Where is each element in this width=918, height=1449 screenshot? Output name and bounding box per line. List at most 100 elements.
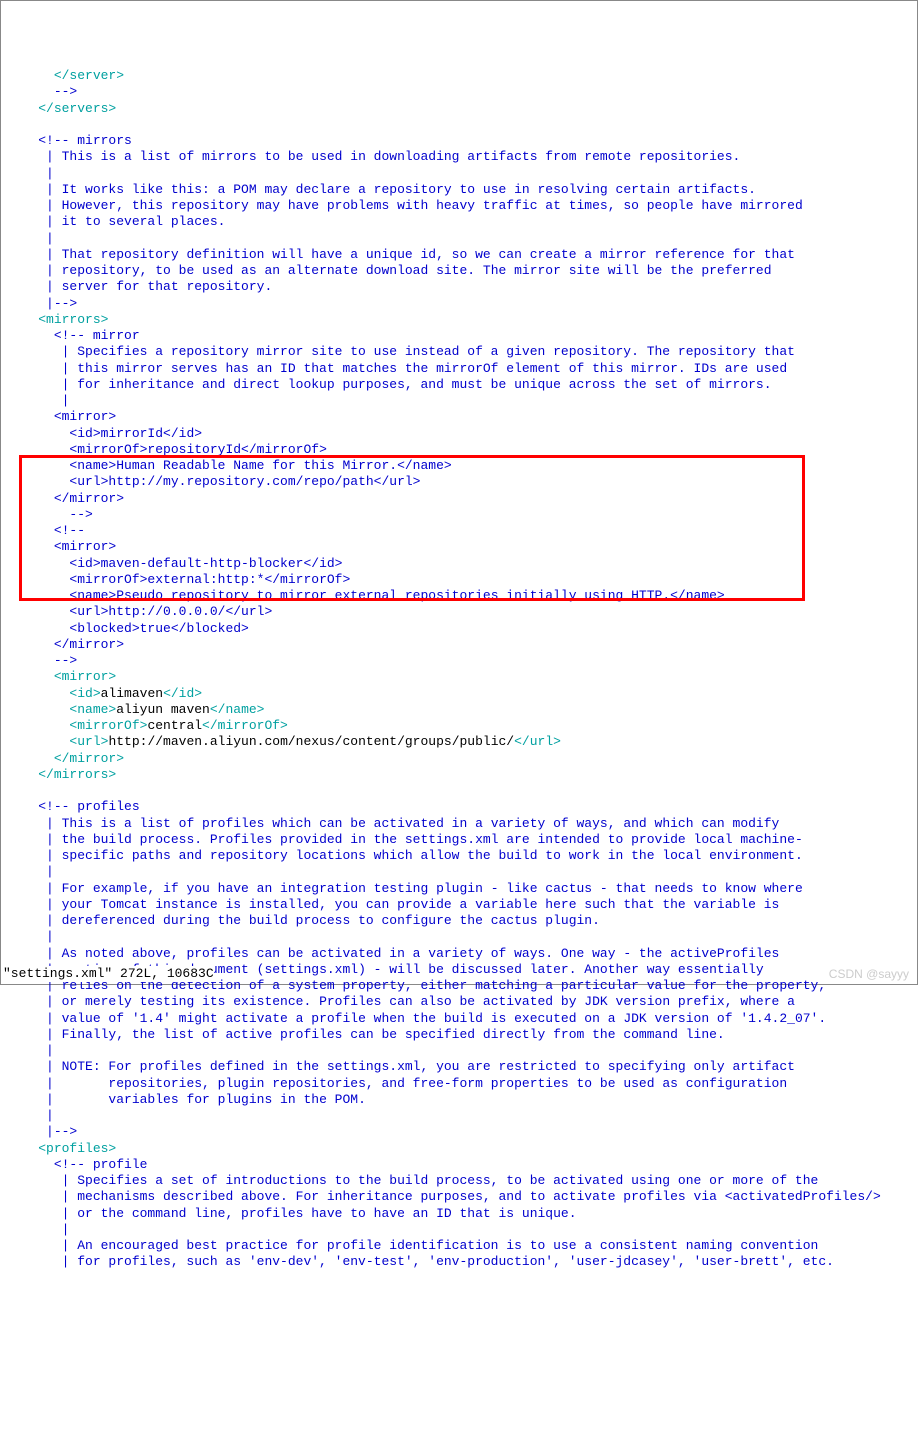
- code-line[interactable]: </server>: [7, 68, 915, 84]
- code-token: |-->: [38, 296, 77, 311]
- code-line[interactable]: </mirror>: [7, 491, 915, 507]
- code-line[interactable]: </servers>: [7, 101, 915, 117]
- code-token: <!-- profile: [54, 1157, 148, 1172]
- code-line[interactable]: |: [7, 166, 915, 182]
- code-token: | dereferenced during the build process …: [38, 913, 600, 928]
- code-line[interactable]: |: [7, 1043, 915, 1059]
- code-line[interactable]: <url>http://0.0.0.0/</url>: [7, 604, 915, 620]
- code-token: <mirrorOf>: [69, 718, 147, 733]
- code-line[interactable]: | For example, if you have an integratio…: [7, 881, 915, 897]
- code-line[interactable]: | your Tomcat instance is installed, you…: [7, 897, 915, 913]
- code-token: | repository, to be used as an alternate…: [38, 263, 771, 278]
- code-line[interactable]: | variables for plugins in the POM.: [7, 1092, 915, 1108]
- code-line[interactable]: | mechanisms described above. For inheri…: [7, 1189, 915, 1205]
- code-line[interactable]: |: [7, 1222, 915, 1238]
- code-line[interactable]: | for profiles, such as 'env-dev', 'env-…: [7, 1254, 915, 1270]
- code-token: </id>: [163, 686, 202, 701]
- code-token: |: [38, 929, 54, 944]
- code-line[interactable]: </mirror>: [7, 751, 915, 767]
- code-token: | or the command line, profiles have to …: [54, 1206, 577, 1221]
- code-line[interactable]: <name>Human Readable Name for this Mirro…: [7, 458, 915, 474]
- code-line[interactable]: <url>http://my.repository.com/repo/path<…: [7, 474, 915, 490]
- code-line[interactable]: </mirrors>: [7, 767, 915, 783]
- code-line[interactable]: | An encouraged best practice for profil…: [7, 1238, 915, 1254]
- code-token: | NOTE: For profiles defined in the sett…: [38, 1059, 795, 1074]
- code-line[interactable]: [7, 783, 915, 799]
- code-line[interactable]: <!-- mirror: [7, 328, 915, 344]
- code-line[interactable]: | or the command line, profiles have to …: [7, 1206, 915, 1222]
- code-line[interactable]: <id>mirrorId</id>: [7, 426, 915, 442]
- code-token: </mirrorOf>: [202, 718, 288, 733]
- code-line[interactable]: <name>aliyun maven</name>: [7, 702, 915, 718]
- code-line[interactable]: -->: [7, 84, 915, 100]
- code-line[interactable]: <mirrorOf>central</mirrorOf>: [7, 718, 915, 734]
- code-line[interactable]: | This is a list of mirrors to be used i…: [7, 149, 915, 165]
- code-line[interactable]: | this mirror serves has an ID that matc…: [7, 361, 915, 377]
- code-token: | repositories, plugin repositories, and…: [38, 1076, 787, 1091]
- code-line[interactable]: <id>alimaven</id>: [7, 686, 915, 702]
- code-line[interactable]: [7, 117, 915, 133]
- code-line[interactable]: <name>Pseudo repository to mirror extern…: [7, 588, 915, 604]
- code-line[interactable]: <mirror>: [7, 409, 915, 425]
- code-line[interactable]: | for inheritance and direct lookup purp…: [7, 377, 915, 393]
- code-token: | your Tomcat instance is installed, you…: [38, 897, 779, 912]
- code-token: | Specifies a repository mirror site to …: [54, 344, 795, 359]
- code-line[interactable]: | value of '1.4' might activate a profil…: [7, 1011, 915, 1027]
- code-line[interactable]: <profiles>: [7, 1141, 915, 1157]
- code-line[interactable]: | However, this repository may have prob…: [7, 198, 915, 214]
- code-line[interactable]: |: [7, 231, 915, 247]
- code-line[interactable]: | repository, to be used as an alternate…: [7, 263, 915, 279]
- code-line[interactable]: |: [7, 929, 915, 945]
- code-line[interactable]: |-->: [7, 296, 915, 312]
- code-line[interactable]: | That repository definition will have a…: [7, 247, 915, 263]
- code-token: | An encouraged best practice for profil…: [54, 1238, 819, 1253]
- code-token: <url>: [69, 734, 108, 749]
- code-token: </name>: [210, 702, 265, 717]
- code-line[interactable]: |: [7, 864, 915, 880]
- code-line[interactable]: <mirror>: [7, 669, 915, 685]
- code-line[interactable]: <mirror>: [7, 539, 915, 555]
- code-line[interactable]: <mirrorOf>repositoryId</mirrorOf>: [7, 442, 915, 458]
- code-token: | variables for plugins in the POM.: [38, 1092, 366, 1107]
- code-token: | for profiles, such as 'env-dev', 'env-…: [54, 1254, 834, 1269]
- code-line[interactable]: |-->: [7, 1124, 915, 1140]
- code-line[interactable]: | server for that repository.: [7, 279, 915, 295]
- code-line[interactable]: | Specifies a set of introductions to th…: [7, 1173, 915, 1189]
- code-line[interactable]: -->: [7, 507, 915, 523]
- code-token: |: [38, 166, 54, 181]
- code-line[interactable]: | Specifies a repository mirror site to …: [7, 344, 915, 360]
- code-token: | the build process. Profiles provided i…: [38, 832, 803, 847]
- code-line[interactable]: | Finally, the list of active profiles c…: [7, 1027, 915, 1043]
- code-line[interactable]: <!-- mirrors: [7, 133, 915, 149]
- code-line[interactable]: |: [7, 1108, 915, 1124]
- code-line[interactable]: <!--: [7, 523, 915, 539]
- code-line[interactable]: <blocked>true</blocked>: [7, 621, 915, 637]
- code-line[interactable]: | dereferenced during the build process …: [7, 913, 915, 929]
- code-token: <profiles>: [38, 1141, 116, 1156]
- code-line[interactable]: | As noted above, profiles can be activa…: [7, 946, 915, 962]
- code-line[interactable]: <!-- profiles: [7, 799, 915, 815]
- code-line[interactable]: |: [7, 393, 915, 409]
- code-line[interactable]: | specific paths and repository location…: [7, 848, 915, 864]
- code-line[interactable]: <id>maven-default-http-blocker</id>: [7, 556, 915, 572]
- code-line[interactable]: <!-- profile: [7, 1157, 915, 1173]
- status-bar: "settings.xml" 272L, 10683C: [3, 966, 214, 982]
- code-line[interactable]: | repositories, plugin repositories, and…: [7, 1076, 915, 1092]
- code-line[interactable]: <mirrors>: [7, 312, 915, 328]
- code-token: </mirror>: [54, 491, 124, 506]
- code-line[interactable]: <url>http://maven.aliyun.com/nexus/conte…: [7, 734, 915, 750]
- code-line[interactable]: <mirrorOf>external:http:*</mirrorOf>: [7, 572, 915, 588]
- code-line[interactable]: | or merely testing its existence. Profi…: [7, 994, 915, 1010]
- code-token: <!-- mirror: [54, 328, 140, 343]
- code-editor[interactable]: </server> --> </servers> <!-- mirrors | …: [3, 68, 915, 1271]
- code-line[interactable]: | NOTE: For profiles defined in the sett…: [7, 1059, 915, 1075]
- code-token: <!-- mirrors: [38, 133, 132, 148]
- code-line[interactable]: </mirror>: [7, 637, 915, 653]
- code-line[interactable]: | the build process. Profiles provided i…: [7, 832, 915, 848]
- code-line[interactable]: | It works like this: a POM may declare …: [7, 182, 915, 198]
- code-token: | Finally, the list of active profiles c…: [38, 1027, 725, 1042]
- code-line[interactable]: | it to several places.: [7, 214, 915, 230]
- code-line[interactable]: | This is a list of profiles which can b…: [7, 816, 915, 832]
- code-line[interactable]: -->: [7, 653, 915, 669]
- code-token: | this mirror serves has an ID that matc…: [54, 361, 787, 376]
